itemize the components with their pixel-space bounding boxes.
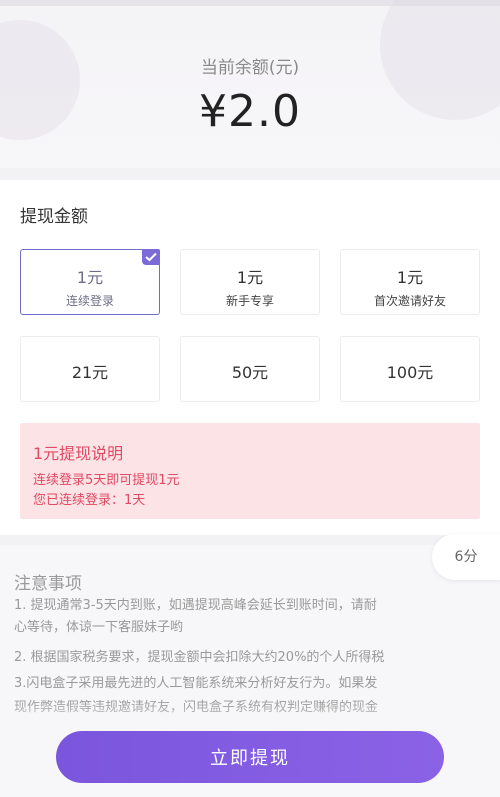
notes-item-3-line-2: 现作弊造假等违规邀请好友，闪电盒子系统有权判定赚得的现金 bbox=[14, 700, 379, 715]
selected-check-icon bbox=[142, 249, 160, 265]
option-50yuan[interactable]: 50元 bbox=[180, 336, 320, 402]
notes-item-3-line-1: 3.闪电盒子采用最先进的人工智能系统来分析好友行为。如果发 bbox=[14, 676, 378, 691]
option-amount: 50元 bbox=[231, 363, 269, 382]
notice-progress: 您已连续登录：1天 bbox=[33, 493, 146, 508]
balance-card: 当前余额(元) ¥2.0 bbox=[0, 0, 500, 168]
option-1yuan-continuous-login[interactable]: 1元 连续登录 bbox=[20, 249, 160, 315]
option-1yuan-newbie[interactable]: 1元 新手专享 bbox=[180, 249, 320, 315]
option-1yuan-first-invite[interactable]: 1元 首次邀请好友 bbox=[340, 249, 480, 315]
withdraw-now-button[interactable]: 立即提现 bbox=[56, 731, 444, 783]
withdraw-panel: 提现金额 1元 连续登录 1元 新手专享 1元 首次邀请好友 21元 50元 1… bbox=[0, 180, 500, 535]
score-badge[interactable]: 6分 bbox=[432, 534, 500, 580]
option-amount: 1元 bbox=[76, 268, 104, 287]
option-amount: 21元 bbox=[71, 363, 109, 382]
option-subtitle: 首次邀请好友 bbox=[373, 294, 446, 308]
notes-item-2: 2. 根据国家税务要求，提现金额中会扣除大约20%的个人所得税 bbox=[14, 650, 385, 665]
notes-item-1-line-2: 心等待，体谅一下客服妹子哟 bbox=[14, 620, 184, 635]
notice-title: 1元提现说明 bbox=[33, 444, 124, 463]
notice-requirement: 连续登录5天即可提现1元 bbox=[33, 473, 180, 488]
withdraw-amount-title: 提现金额 bbox=[20, 207, 88, 227]
option-amount: 1元 bbox=[236, 268, 264, 287]
option-100yuan[interactable]: 100元 bbox=[340, 336, 480, 402]
option-subtitle: 连续登录 bbox=[65, 294, 114, 308]
notes-item-1-line-1: 1. 提现通常3-5天内到账，如遇提现高峰会延长到账时间，请耐 bbox=[14, 598, 377, 613]
balance-value: ¥2.0 bbox=[199, 86, 301, 137]
notes-title: 注意事项 bbox=[14, 574, 82, 594]
option-amount: 100元 bbox=[386, 363, 434, 382]
withdraw-notice: 1元提现说明 连续登录5天即可提现1元 您已连续登录：1天 bbox=[20, 423, 480, 519]
option-21yuan[interactable]: 21元 bbox=[20, 336, 160, 402]
option-subtitle: 新手专享 bbox=[225, 294, 274, 308]
option-amount: 1元 bbox=[396, 268, 424, 287]
balance-label: 当前余额(元) bbox=[200, 58, 300, 78]
